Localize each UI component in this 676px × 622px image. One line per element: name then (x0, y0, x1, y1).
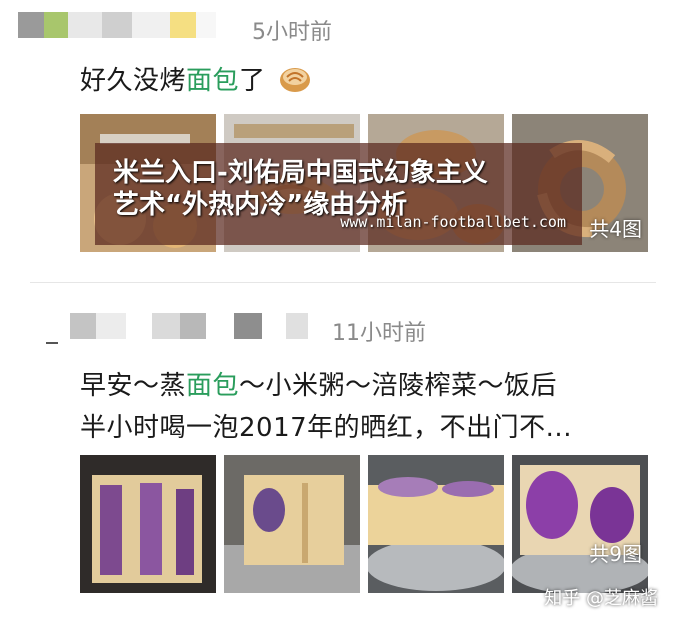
watermark-title: 米兰入口-刘佑局中国式幻象主义 艺术“外热内冷”缘由分析 (113, 157, 573, 221)
photo-thumbnail[interactable] (224, 455, 360, 593)
watermark-banner: 米兰入口-刘佑局中国式幻象主义 艺术“外热内冷”缘由分析 www.milan-f… (95, 143, 582, 245)
post-text: 好久没烤面包了 (80, 60, 312, 100)
blurred-username[interactable] (18, 12, 216, 38)
text-part: 早安～蒸 (80, 371, 187, 401)
post-time: 11小时前 (332, 321, 426, 346)
photo-thumbnail[interactable] (368, 455, 504, 593)
text-part: 了 (239, 66, 266, 96)
photo-thumbnail[interactable] (80, 455, 216, 593)
watermark-url: www.milan-footballbet.com (340, 213, 566, 231)
photo-thumbnail[interactable]: 共9图 (512, 455, 648, 593)
text-part: ～小米粥～涪陵榨菜～饭后 (239, 371, 558, 401)
image-count-badge: 共4图 (589, 217, 642, 241)
image-count-badge: 共9图 (589, 542, 642, 566)
bread-emoji-icon (278, 63, 312, 100)
divider (30, 282, 656, 283)
image-grid: 共9图 (80, 455, 648, 593)
post-time: 5小时前 (252, 20, 332, 45)
highlight-keyword[interactable]: 面包 (186, 371, 239, 401)
post-text-line-1: 早安～蒸面包～小米粥～涪陵榨菜～饭后 (80, 365, 557, 402)
watermark-title-line: 米兰入口-刘佑局中国式幻象主义 (113, 158, 488, 188)
highlight-keyword[interactable]: 面包 (186, 66, 239, 96)
post-text-line-2[interactable]: 半小时喝一泡2017年的晒红，不出门不... (80, 407, 572, 444)
source-credit: 知乎 @芝麻酱 (544, 588, 658, 609)
blurred-username[interactable] (70, 313, 308, 339)
moment-post-2: 11小时前 早安～蒸面包～小米粥～涪陵榨菜～饭后 半小时喝一泡2017年的晒红，… (0, 285, 676, 622)
bullet-mark (46, 342, 58, 344)
text-part: 好久没烤 (80, 66, 187, 96)
